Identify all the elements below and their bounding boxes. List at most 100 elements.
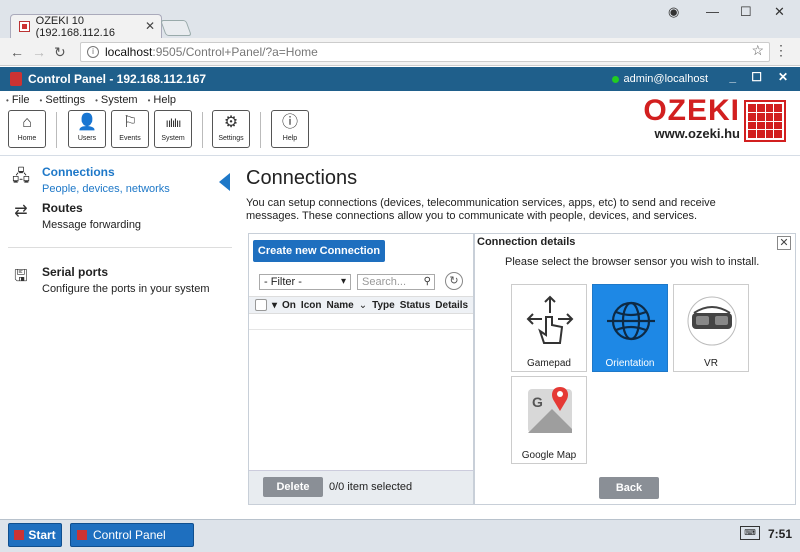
search-icon[interactable]: ⚲: [424, 275, 431, 289]
minimize-app-button[interactable]: _: [729, 70, 736, 84]
column-header-name[interactable]: Name: [326, 300, 353, 311]
create-connection-button[interactable]: Create new Connection: [253, 240, 385, 262]
keyboard-icon[interactable]: ⌨: [740, 526, 760, 540]
forward-arrow-icon[interactable]: →: [32, 44, 46, 60]
column-header-icon[interactable]: Icon: [301, 300, 322, 311]
delete-button[interactable]: Delete: [263, 477, 323, 497]
start-logo-icon: [14, 530, 25, 540]
close-icon[interactable]: ✕: [777, 236, 791, 250]
menu-help[interactable]: Help: [148, 94, 176, 106]
url-host: localhost: [105, 45, 153, 59]
events-button[interactable]: ⚐ Events: [111, 110, 149, 148]
users-button[interactable]: 👤 Users: [68, 110, 106, 148]
tile-label: Gamepad: [527, 358, 571, 369]
back-arrow-icon[interactable]: ←: [10, 44, 24, 60]
url-path: :9505/Control+Panel/?a=Home: [152, 45, 318, 59]
profile-icon[interactable]: ◉: [668, 4, 679, 20]
sidebar-item-title: Serial ports: [42, 265, 109, 279]
selection-count: 0/0 item selected: [329, 481, 413, 493]
address-bar-row: ← → ↻ i localhost:9505/Control+Panel/?a=…: [0, 38, 800, 66]
reload-icon[interactable]: ↻: [54, 44, 66, 61]
name-sort-icon[interactable]: ⌄: [359, 300, 367, 311]
url-field[interactable]: i localhost:9505/Control+Panel/?a=Home: [80, 42, 770, 62]
app-title: Control Panel - 192.168.112.167: [28, 72, 207, 86]
select-all-checkbox[interactable]: [255, 299, 267, 311]
browser-menu-icon[interactable]: ⋮: [774, 42, 788, 59]
app-header: Control Panel - 192.168.112.167 admin@lo…: [0, 67, 800, 91]
sidebar-item-connections[interactable]: 🖧 Connections People, devices, networks: [8, 161, 234, 199]
app-logo-icon: [10, 72, 22, 86]
google-map-icon: G: [528, 387, 572, 433]
menu-system[interactable]: System: [95, 94, 138, 106]
browser-titlebar: OZEKI 10 (192.168.112.16 ✕ ◉ — ☐ ✕: [0, 0, 800, 39]
maximize-window-button[interactable]: ☐: [740, 4, 752, 20]
help-button[interactable]: ⓘ Help: [271, 110, 309, 148]
users-label: Users: [77, 135, 97, 142]
close-app-button[interactable]: ✕: [778, 70, 788, 84]
control-panel-icon: [77, 530, 87, 540]
column-header-status[interactable]: Status: [400, 300, 431, 311]
home-button[interactable]: ⌂ Home: [8, 110, 46, 148]
column-header-on[interactable]: On: [282, 300, 296, 311]
ozeki-brand: OZEKI www.ozeki.hu: [643, 96, 740, 142]
column-header-type[interactable]: Type: [372, 300, 395, 311]
system-icon: ıılılıı: [165, 116, 181, 130]
sidebar-item-title: Routes: [42, 201, 83, 215]
orientation-globe-icon: [607, 301, 655, 341]
sort-chevron-icon[interactable]: ▾: [272, 300, 277, 311]
sidebar: 🖧 Connections People, devices, networks …: [0, 157, 236, 519]
minimize-window-button[interactable]: —: [706, 4, 719, 19]
home-label: Home: [17, 135, 37, 142]
connections-list-panel: Create new Connection - Filter - Search.…: [248, 233, 474, 505]
table-header: ▾ On Icon Name ⌄ Type Status Details: [249, 296, 473, 314]
tile-orientation[interactable]: Orientation: [592, 284, 668, 372]
details-message: Please select the browser sensor you wis…: [505, 256, 760, 268]
details-title: Connection details: [477, 236, 576, 248]
sidebar-item-desc: Message forwarding: [42, 219, 142, 231]
routes-icon: ⇄: [14, 203, 28, 220]
tab-title: OZEKI 10 (192.168.112.16: [35, 14, 115, 39]
toolbar-divider: [260, 112, 261, 148]
active-indicator-arrow-icon: [219, 173, 230, 191]
tab-close-icon[interactable]: ✕: [145, 19, 155, 33]
tile-label: Google Map: [521, 450, 577, 461]
menu-settings[interactable]: Settings: [40, 94, 85, 106]
browser-tab[interactable]: OZEKI 10 (192.168.112.16 ✕: [10, 14, 162, 39]
new-tab-button[interactable]: [160, 20, 192, 36]
maximize-app-button[interactable]: ☐: [751, 70, 762, 84]
connections-footer: Delete 0/0 item selected: [249, 470, 473, 504]
back-button[interactable]: Back: [599, 477, 659, 499]
gamepad-gesture-icon: [526, 295, 574, 344]
bookmark-star-icon[interactable]: ☆: [751, 42, 764, 59]
task-label: Control Panel: [93, 528, 166, 542]
brand-url: www.ozeki.hu: [654, 126, 740, 141]
gear-icon: ⚙: [223, 114, 239, 131]
main-content: Connections You can setup connections (d…: [236, 157, 800, 519]
settings-button[interactable]: ⚙ Settings: [212, 110, 250, 148]
site-info-icon[interactable]: i: [87, 46, 99, 58]
user-status[interactable]: admin@localhost: [612, 73, 708, 85]
info-icon: ⓘ: [281, 114, 298, 131]
menu-file[interactable]: File: [6, 94, 30, 106]
filter-dropdown[interactable]: - Filter -: [259, 274, 351, 290]
connections-icon: 🖧: [12, 168, 30, 185]
system-label: System: [161, 135, 185, 142]
tile-vr[interactable]: VR: [673, 284, 749, 372]
column-header-details[interactable]: Details: [435, 300, 468, 311]
sidebar-item-serial-ports[interactable]: 🖫 Serial ports Configure the ports in yo…: [8, 261, 234, 299]
ozeki-favicon-icon: [19, 21, 30, 32]
tile-google-map[interactable]: G Google Map: [511, 376, 587, 464]
tile-label: Orientation: [605, 358, 655, 369]
search-input[interactable]: Search... ⚲: [357, 274, 435, 290]
taskbar-item-control-panel[interactable]: Control Panel: [70, 523, 194, 547]
tile-gamepad[interactable]: Gamepad: [511, 284, 587, 372]
system-button[interactable]: ıılılıı System: [154, 110, 192, 148]
sidebar-divider: [8, 247, 232, 248]
home-icon: ⌂: [22, 114, 32, 131]
sidebar-item-routes[interactable]: ⇄ Routes Message forwarding: [8, 197, 234, 235]
start-button[interactable]: Start: [8, 523, 62, 547]
refresh-icon[interactable]: ↻: [445, 272, 463, 290]
start-label: Start: [28, 528, 56, 542]
menu-bar: File Settings System Help: [6, 94, 176, 106]
close-window-button[interactable]: ✕: [774, 4, 785, 20]
